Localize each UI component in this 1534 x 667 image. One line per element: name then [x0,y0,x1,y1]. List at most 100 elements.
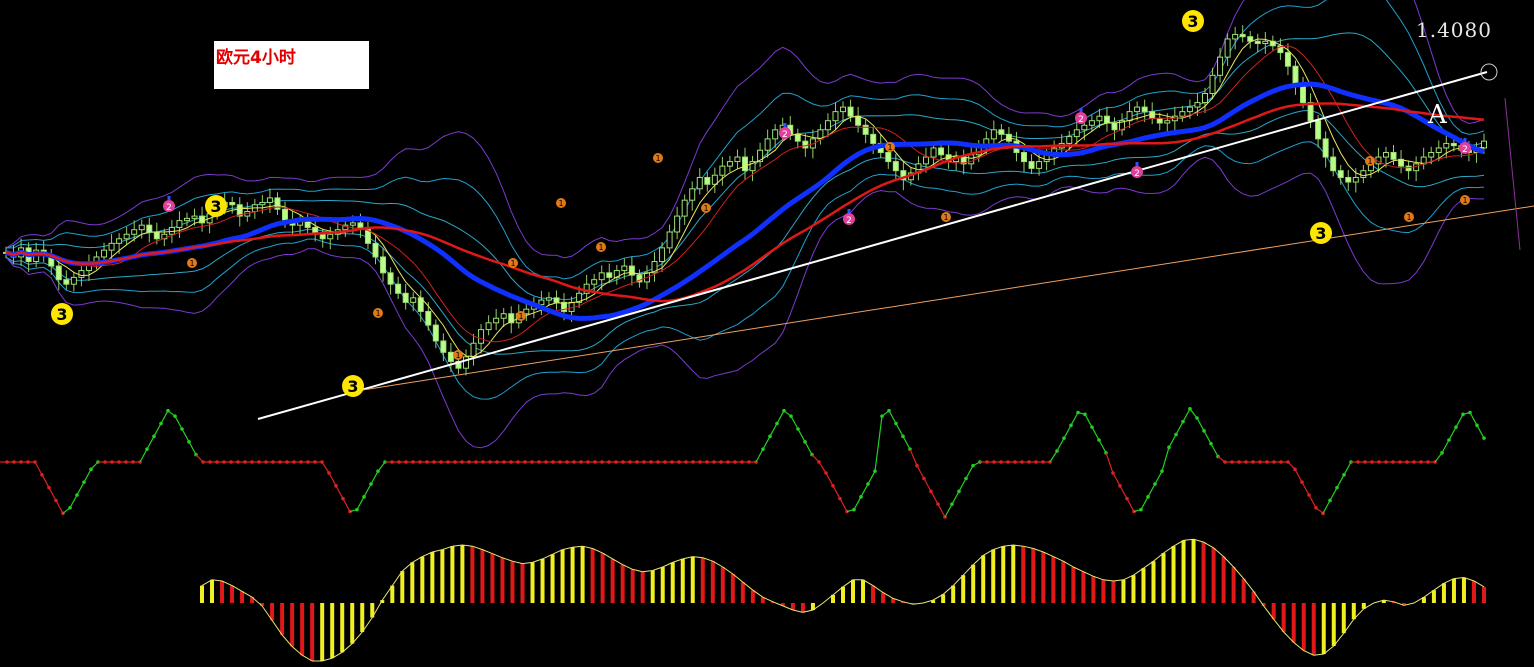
histogram-bar [220,580,225,603]
candle [85,254,92,282]
candle-body [1443,142,1450,149]
histogram-bar [1231,567,1236,603]
histogram-bar [580,546,585,603]
candle-body [462,356,469,369]
candle [749,155,756,182]
candle-body [266,197,273,203]
candle [583,274,590,301]
candle-body [862,124,869,135]
histogram-bar [1241,578,1246,603]
candle-body [1337,170,1344,178]
candle-body [229,201,236,206]
histogram-bar [1471,580,1476,603]
candle-body [1232,33,1239,40]
candle-body [591,279,598,285]
wave-marker-text: 3 [56,305,67,324]
candle [183,212,190,227]
oscillator-segment [1175,421,1184,435]
candle [1103,106,1110,132]
candle [1337,164,1344,185]
oscillator-segment [1063,425,1072,439]
oscillator-segment [1140,496,1149,510]
candle-body [191,215,198,219]
candle-body [938,147,945,156]
candle [711,167,718,194]
oscillator-segment [1049,450,1058,463]
candle-body [674,215,681,233]
candle-body [734,156,741,163]
candle [1330,147,1337,177]
candle-body [440,340,447,353]
histogram-panel [200,538,1486,662]
candle-body [1382,152,1389,158]
candle-body [1413,163,1420,172]
candle-body [1284,52,1291,67]
wave-marker-1: 1 [941,212,951,222]
wave-marker-2: 2 [163,196,175,213]
candle-body [628,265,635,276]
candle-body [832,111,839,122]
wave-marker-2: 2 [1131,162,1143,179]
oscillator-segment [1098,439,1107,454]
candle-body [847,106,854,117]
oscillator-segment [902,436,911,450]
wave-marker-3: 3 [342,375,364,397]
histogram-bar [360,603,365,632]
oscillator-segment [335,485,344,499]
candle-body [380,256,387,274]
candle [123,226,130,245]
candle-body [1405,165,1412,172]
histogram-bar [460,545,465,603]
histogram-bar [200,585,204,603]
candle [1217,47,1224,83]
candle [1149,102,1156,125]
candle-body [802,140,809,149]
ma-blue-thick [5,81,1485,321]
wave-marker-text: 2 [1134,169,1140,179]
candle [364,221,371,250]
histogram-bar [600,553,605,603]
oscillator-segment [328,472,337,487]
candle-body [772,129,779,140]
candle [244,202,251,222]
wave-marker-text: 3 [1315,224,1326,243]
oscillator-segment [769,423,778,437]
oscillator-panel [0,407,1486,519]
oscillator-segment [951,491,960,505]
chart-title-box: 欧元4小时 [214,41,369,89]
wave-marker-text: 1 [1406,213,1411,222]
candle-body [1021,152,1028,163]
candle-body [1300,83,1307,104]
oscillator-segment [867,470,876,485]
ma-red-thick [5,102,1485,303]
histogram-bar [981,555,986,603]
candle [794,128,801,149]
histogram-bar [240,591,245,603]
histogram-bar [440,549,445,603]
wave-marker-2: 2 [843,209,855,226]
wave-marker-text: 3 [1187,12,1198,31]
oscillator-segment [76,481,85,496]
candle [591,273,598,294]
candle-body [1262,40,1269,45]
oscillator-segment [55,500,64,514]
histogram-bar [280,603,285,635]
wave-marker-text: 1 [189,259,194,268]
candle [757,142,764,168]
histogram-bar [450,546,455,603]
histogram-bar [530,562,535,603]
candle [1262,31,1269,54]
candle [199,206,206,232]
oscillator-segment [160,410,169,424]
candle [274,192,281,215]
wave-marker-1: 1 [653,153,663,163]
candle [1126,102,1133,128]
forex-chart: 3 3 3 3 3 2 2 2 2 2 2 1 1 1 1 1 1 1 1 1 1 1 1 1 1 [0,0,1534,662]
histogram-bar [340,603,345,653]
histogram-bar [410,562,415,603]
candle [146,217,153,243]
candle-body [885,152,892,163]
oscillator-segment [1105,452,1114,474]
candle [1156,112,1163,131]
histogram-bar [1031,548,1036,603]
